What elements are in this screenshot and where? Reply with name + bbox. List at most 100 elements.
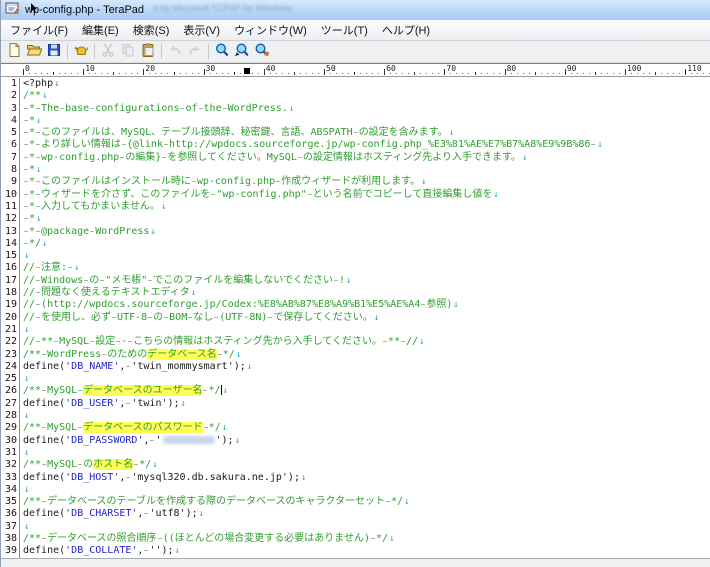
- ruler-dot: [661, 73, 662, 74]
- paste-button[interactable]: [138, 42, 158, 62]
- menu-item-window[interactable]: ウィンドウ(W): [227, 19, 314, 41]
- newline-mark: ↓: [24, 485, 29, 495]
- discard-button[interactable]: [71, 42, 91, 62]
- line-number: 9: [1, 176, 20, 188]
- replace-button[interactable]: [252, 42, 272, 62]
- discard-icon: [73, 42, 89, 61]
- code-text: *このファイルはインストール時にwp-config.php作成ウィザードが利用し…: [20, 176, 427, 188]
- newline-mark: ↓: [42, 239, 47, 249]
- ruler-dot: [703, 73, 704, 74]
- line-number: 26: [1, 385, 20, 397]
- toolbar-separator: [208, 44, 209, 59]
- ruler-dot: [426, 73, 427, 74]
- code-line: 12*↓: [1, 213, 710, 225]
- code-text: //問題なく使えるテキストエディタ↓: [20, 287, 196, 299]
- ruler-dot: [378, 73, 379, 74]
- ruler-tick: [625, 69, 626, 75]
- ruler-tick: [444, 69, 445, 75]
- ruler-dot: [222, 73, 223, 74]
- ruler-dot: [450, 73, 451, 74]
- line-number: 14: [1, 238, 20, 250]
- newline-mark: ↓: [36, 116, 41, 126]
- ruler-dot: [318, 73, 319, 74]
- cut-button: [98, 42, 118, 62]
- newline-mark: ↓: [421, 177, 426, 187]
- code-line: 5*このファイルは、MySQL、テーブル接頭辞、秘密鍵、言語、ABSPATHの設…: [1, 127, 710, 139]
- text-editor[interactable]: 1<?php↓2/**↓3*Thebaseconfigurationsofthe…: [1, 77, 710, 558]
- code-line: 1<?php↓: [1, 78, 710, 90]
- ruler-tick: [264, 69, 265, 75]
- newline-mark: ↓: [24, 374, 29, 384]
- menu-item-view[interactable]: 表示(V): [176, 19, 227, 41]
- code-line: 16//注意:↓: [1, 262, 710, 274]
- line-number: 5: [1, 127, 20, 139]
- ruler-dot: [649, 73, 650, 74]
- ruler-dot: [577, 73, 578, 74]
- code-line: 13*@packageWordPress↓: [1, 226, 710, 238]
- menu-item-edit[interactable]: 編集(E): [75, 19, 126, 41]
- menu-item-help[interactable]: ヘルプ(H): [375, 19, 437, 41]
- newline-mark: ↓: [152, 460, 157, 470]
- ruler-dot: [408, 73, 409, 74]
- code-text: define('DB_USER','twin');↓: [20, 398, 186, 410]
- ruler-dot: [77, 73, 78, 74]
- code-line: 11*入力してもかまいません。↓: [1, 201, 710, 213]
- ruler-dot: [137, 73, 138, 74]
- code-line: 25↓: [1, 373, 710, 385]
- code-line: 21↓: [1, 324, 710, 336]
- ruler-dot: [541, 73, 542, 74]
- newline-mark: ↓: [346, 276, 351, 286]
- window-bottom-edge: [1, 558, 710, 567]
- find-icon: [214, 42, 230, 61]
- text-caret: [221, 385, 222, 395]
- ruler-dot: [390, 73, 391, 74]
- code-line: 4*↓: [1, 115, 710, 127]
- new-file-button[interactable]: [4, 42, 24, 62]
- ruler-dot: [553, 73, 554, 74]
- ruler-dot: [47, 73, 48, 74]
- code-line: 15↓: [1, 250, 710, 262]
- ruler-dot: [198, 73, 199, 74]
- open-file-button[interactable]: [24, 42, 44, 62]
- line-number: 37: [1, 521, 20, 533]
- newline-mark: ↓: [161, 202, 166, 212]
- line-number: 29: [1, 422, 20, 434]
- ruler-tick: [414, 72, 415, 75]
- ruler-dot: [59, 73, 60, 74]
- code-line: 2/**↓: [1, 90, 710, 102]
- code-line: 8*↓: [1, 164, 710, 176]
- code-line: 18//問題なく使えるテキストエディタ↓: [1, 287, 710, 299]
- ruler-tick: [234, 72, 235, 75]
- code-line: 38/**データベースの照合順序((ほとんどの場合変更する必要はありません)*/…: [1, 533, 710, 545]
- menu-item-search[interactable]: 検索(S): [126, 19, 177, 41]
- code-text: /**MySQLデータベースのパスワード*/↓: [20, 422, 227, 434]
- menu-item-tool[interactable]: ツール(T): [314, 19, 375, 41]
- line-number: 7: [1, 152, 20, 164]
- code-line: 22//**MySQL設定-こちらの情報はホスティング先から入手してください。*…: [1, 336, 710, 348]
- find-button[interactable]: [212, 42, 232, 62]
- ruler-dot: [300, 73, 301, 74]
- line-number: 21: [1, 324, 20, 336]
- newline-mark: ↓: [404, 497, 409, 507]
- ruler-caret-marker: [244, 68, 250, 74]
- terapad-app-icon: [5, 1, 20, 20]
- ruler-dot: [493, 73, 494, 74]
- menu-item-file[interactable]: ファイル(F): [3, 19, 75, 41]
- paste-icon: [140, 42, 156, 61]
- ruler-dot: [35, 73, 36, 74]
- save-button[interactable]: [44, 42, 64, 62]
- newline-mark: ↓: [222, 423, 227, 433]
- ruler-dot: [643, 73, 644, 74]
- ruler-dot: [167, 73, 168, 74]
- ruler-dot: [29, 73, 30, 74]
- ruler-dot: [101, 73, 102, 74]
- redo-button: [185, 42, 205, 62]
- find-next-button[interactable]: [232, 42, 252, 62]
- ruler-dot: [481, 73, 482, 74]
- code-line: 36define('DB_CHARSET','utf8');↓: [1, 508, 710, 520]
- code-text: ↓: [20, 373, 29, 385]
- newline-mark: ↓: [24, 448, 29, 458]
- code-line: 7*wp-config.phpの編集}を参照してください。MySQLの設定情報は…: [1, 152, 710, 164]
- ruler-dot: [306, 73, 307, 74]
- ruler-dot: [673, 73, 674, 74]
